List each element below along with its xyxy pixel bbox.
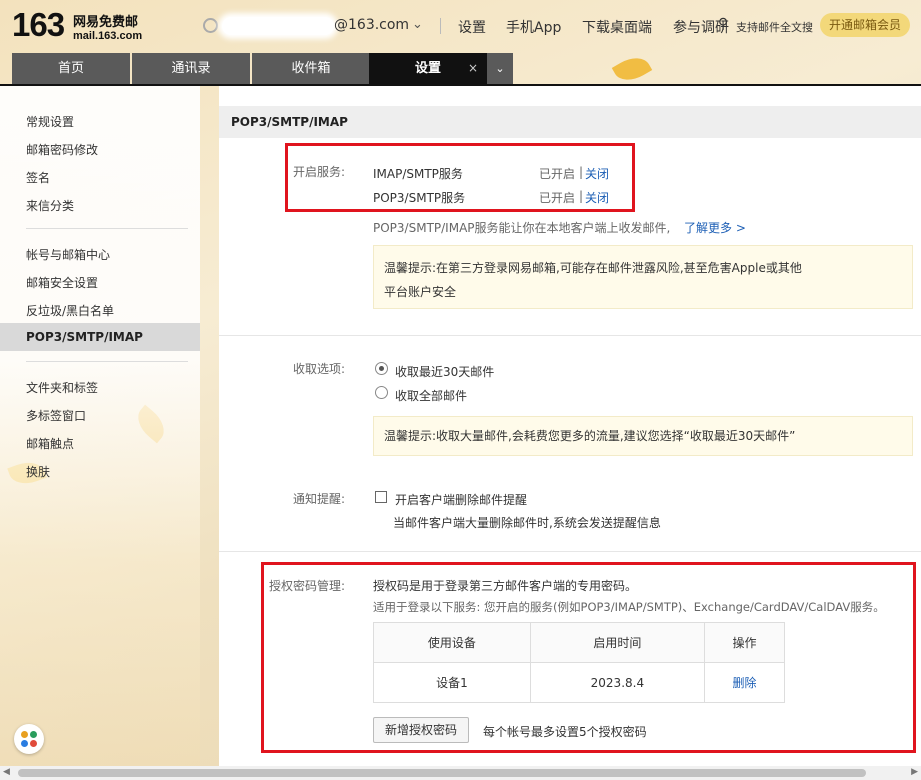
search-placeholder: 支持邮件全文搜: [736, 21, 813, 34]
delete-alert-label[interactable]: 开启客户端删除邮件提醒: [395, 491, 527, 508]
sidebar-item-mail-rules[interactable]: 来信分类: [26, 197, 74, 214]
learn-more-link[interactable]: 了解更多 >: [684, 219, 746, 236]
services-description: POP3/SMTP/IMAP服务能让你在本地客户端上收发邮件,: [373, 221, 671, 235]
sidebar-item-folders[interactable]: 文件夹和标签: [26, 379, 98, 396]
tab-home[interactable]: 首页: [12, 53, 130, 84]
search-icon: ⚲: [718, 16, 729, 32]
sidebar-item-touchpoints[interactable]: 邮箱触点: [26, 435, 74, 452]
sidebar-item-skin[interactable]: 换肤: [26, 463, 50, 480]
receive-options-label: 收取选项:: [293, 362, 346, 376]
highlight-box: [285, 143, 635, 212]
sidebar-divider: [26, 228, 188, 229]
account-domain[interactable]: @163.com: [334, 17, 409, 33]
tab-inbox[interactable]: 收件箱: [252, 53, 370, 84]
highlight-box: [261, 562, 916, 753]
receive-30days-label[interactable]: 收取最近30天邮件: [395, 363, 494, 380]
apps-dot: [30, 740, 37, 747]
account-avatar-icon[interactable]: [203, 18, 218, 33]
sidebar-item-pop3-smtp-imap[interactable]: POP3/SMTP/IMAP: [0, 323, 200, 351]
tab-label: 首页: [57, 61, 84, 76]
receive-tip-text: 温馨提示:收取大量邮件,会耗费您更多的流量,建议您选择“收取最近30天邮件”: [384, 429, 796, 443]
logo-title[interactable]: 网易免费邮: [73, 11, 138, 30]
close-icon[interactable]: ×: [468, 53, 478, 84]
tab-label: 收件箱: [291, 61, 331, 76]
tab-settings[interactable]: 设置 ×: [369, 53, 487, 84]
logo-number[interactable]: 163: [12, 6, 65, 44]
scroll-right-icon[interactable]: ▶: [911, 767, 918, 777]
chevron-down-icon[interactable]: ⌄: [412, 17, 423, 32]
sidebar-item-general[interactable]: 常规设置: [26, 113, 74, 130]
receive-tip-box: 温馨提示:收取大量邮件,会耗费您更多的流量,建议您选择“收取最近30天邮件”: [373, 416, 913, 456]
services-tip-line: 温馨提示:在第三方登录网易邮箱,可能存在邮件泄露风险,甚至危害Apple或其他: [384, 261, 802, 275]
leaf-decoration: [611, 50, 653, 88]
sidebar-item-antispam[interactable]: 反垃圾/黑白名单: [26, 302, 114, 319]
settings-sidebar: 常规设置 邮箱密码修改 签名 来信分类 帐号与邮箱中心 邮箱安全设置 反垃圾/黑…: [0, 86, 200, 766]
sidebar-item-signature[interactable]: 签名: [26, 169, 50, 186]
nav-mobile-app-link[interactable]: 手机App: [506, 17, 561, 37]
tab-more-button[interactable]: ⌄: [487, 53, 513, 84]
scrollbar-thumb[interactable]: [18, 769, 866, 777]
sidebar-item-multitab[interactable]: 多标签窗口: [26, 407, 86, 424]
nav-desktop-download-link[interactable]: 下载桌面端: [582, 17, 652, 37]
delete-alert-checkbox[interactable]: [375, 491, 387, 503]
sidebar-item-password[interactable]: 邮箱密码修改: [26, 141, 98, 158]
sidebar-item-security[interactable]: 邮箱安全设置: [26, 274, 98, 291]
services-tip-line: 平台账户安全: [384, 285, 457, 299]
sidebar-item-account-center[interactable]: 帐号与邮箱中心: [26, 246, 110, 263]
account-name-redacted: [222, 17, 334, 35]
tab-label: 设置: [414, 61, 441, 76]
apps-dot: [21, 731, 28, 738]
scroll-left-icon[interactable]: ◀: [3, 767, 10, 777]
vip-button[interactable]: 开通邮箱会员: [820, 13, 910, 37]
receive-30days-radio[interactable]: [375, 362, 388, 375]
delete-alert-description: 当邮件客户端大量删除邮件时,系统会发送提醒信息: [393, 516, 661, 530]
logo-url: mail.163.com: [73, 30, 143, 42]
apps-dot: [21, 740, 28, 747]
tab-label: 通讯录: [171, 61, 211, 76]
page-title: POP3/SMTP/IMAP: [219, 106, 921, 138]
tab-contacts[interactable]: 通讯录: [132, 53, 250, 84]
nav-settings-link[interactable]: 设置: [458, 17, 486, 37]
notify-label: 通知提醒:: [293, 492, 346, 506]
search-input[interactable]: ⚲ 支持邮件全文搜: [716, 16, 820, 36]
sidebar-divider: [26, 361, 188, 362]
apps-grid-icon[interactable]: [14, 724, 44, 754]
services-tip-box: 温馨提示:在第三方登录网易邮箱,可能存在邮件泄露风险,甚至危害Apple或其他 …: [373, 245, 913, 309]
apps-dot: [30, 731, 37, 738]
section-divider: [219, 551, 921, 552]
receive-all-label[interactable]: 收取全部邮件: [395, 387, 467, 404]
horizontal-scrollbar[interactable]: ◀ ▶: [0, 766, 921, 780]
top-header: 163 网易免费邮 mail.163.com @163.com ⌄ 设置 手机A…: [0, 0, 921, 52]
divider: [440, 18, 441, 34]
receive-all-radio[interactable]: [375, 386, 388, 399]
section-divider: [219, 335, 921, 336]
